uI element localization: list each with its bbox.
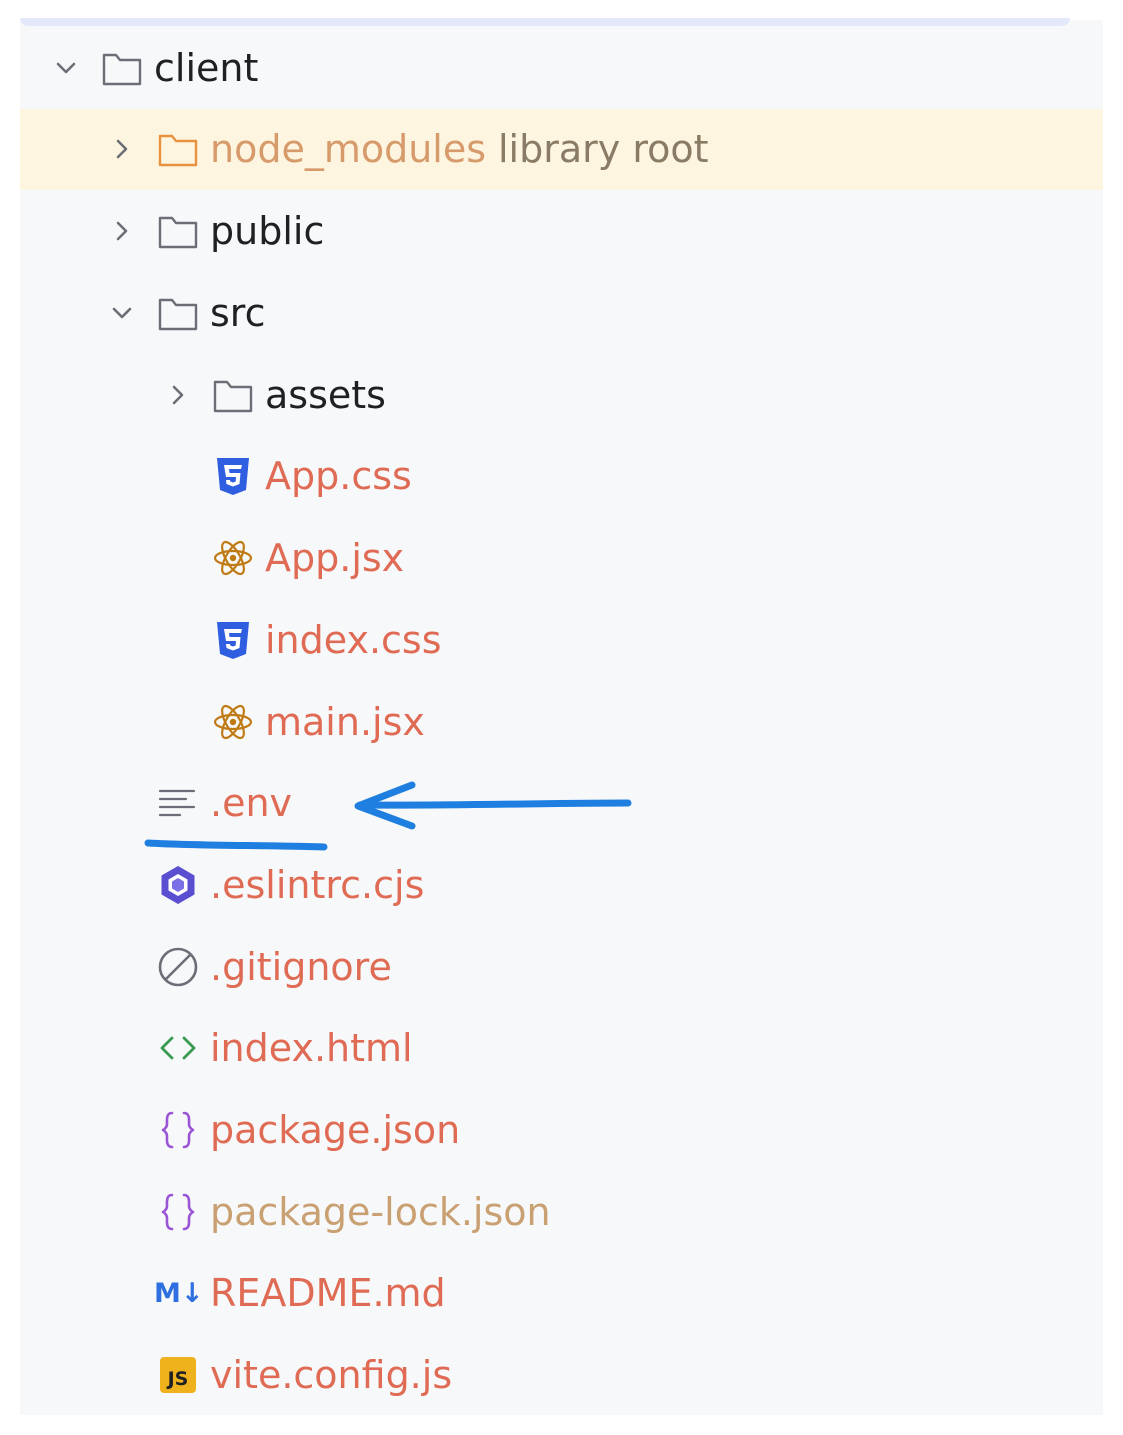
tree-label-assets: assets (265, 373, 386, 417)
js-icon: JS (160, 1357, 196, 1393)
tree-row-eslintrc[interactable]: .eslintrc.cjs (20, 845, 1103, 926)
panel-top-edge (20, 18, 1070, 26)
folder-icon (102, 53, 142, 86)
markdown-icon: M↓ (154, 1278, 204, 1309)
chevron-right-icon[interactable] (110, 219, 134, 243)
tree-label-main-jsx: main.jsx (265, 700, 425, 744)
tree-label-index-html: index.html (210, 1026, 413, 1070)
tree-row-src[interactable]: src (20, 273, 1103, 354)
tree-row-package-json[interactable]: package.json (20, 1090, 1103, 1171)
tree-label-src: src (210, 291, 266, 335)
chevron-down-icon[interactable] (110, 301, 134, 325)
ignore-icon (158, 947, 198, 987)
chevron-down-icon[interactable] (54, 56, 78, 80)
tree-row-readme[interactable]: M↓ README.md (20, 1253, 1103, 1334)
json-icon (161, 1111, 195, 1149)
tree-row-env[interactable]: .env (20, 763, 1103, 844)
react-icon (213, 704, 253, 740)
tree-label-package-json: package.json (210, 1108, 461, 1152)
text-file-icon (158, 789, 196, 817)
html-icon (160, 1036, 196, 1060)
tree-label-readme: README.md (210, 1271, 446, 1315)
tree-row-public[interactable]: public (20, 191, 1103, 272)
folder-icon (158, 298, 198, 331)
react-icon (213, 540, 253, 576)
tree-row-app-css[interactable]: App.css (20, 436, 1103, 517)
tree-row-assets[interactable]: assets (20, 355, 1103, 436)
folder-icon (158, 216, 198, 249)
tree-label-package-lock: package-lock.json (210, 1190, 551, 1234)
css-icon (217, 458, 249, 495)
tree-label-gitignore: .gitignore (210, 945, 392, 989)
tree-label-app-jsx: App.jsx (265, 536, 405, 580)
tree-label-env: .env (210, 781, 293, 825)
folder-icon (158, 134, 198, 167)
library-root-suffix: library root (498, 127, 709, 171)
tree-row-node-modules[interactable]: node_modules library root (20, 109, 1103, 190)
tree-row-index-html[interactable]: index.html (20, 1008, 1103, 1089)
folder-icon (213, 380, 253, 413)
json-icon (161, 1193, 195, 1231)
tree-label-node-modules: node_modules (210, 127, 487, 171)
tree-row-package-lock[interactable]: package-lock.json (20, 1172, 1103, 1253)
tree-label-vite-config: vite.config.js (210, 1353, 453, 1397)
tree-label-client: client (154, 46, 259, 90)
tree-row-gitignore[interactable]: .gitignore (20, 927, 1103, 1008)
tree-label-public: public (210, 209, 325, 253)
eslint-icon (161, 866, 195, 904)
tree-row-main-jsx[interactable]: main.jsx (20, 682, 1103, 763)
chevron-right-icon[interactable] (110, 137, 134, 161)
tree-label-app-css: App.css (265, 454, 412, 498)
chevron-right-icon[interactable] (166, 383, 190, 407)
tree-row-vite-config[interactable]: JS vite.config.js (20, 1335, 1103, 1416)
tree-label-index-css: index.css (265, 618, 442, 662)
tree-label-eslintrc: .eslintrc.cjs (210, 863, 425, 907)
tree-row-client[interactable]: client (20, 28, 1103, 109)
tree-row-app-jsx[interactable]: App.jsx (20, 518, 1103, 599)
css-icon (217, 622, 249, 659)
tree-row-index-css[interactable]: index.css (20, 600, 1103, 681)
